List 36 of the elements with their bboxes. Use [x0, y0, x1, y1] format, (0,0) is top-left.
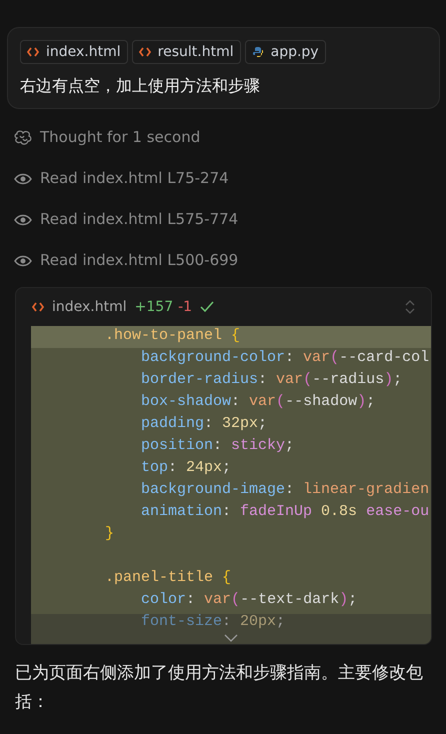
code-line: color: var(--text-dark);: [141, 592, 358, 608]
code-line: top: 24px;: [141, 460, 232, 476]
step-label: Read index.html L500-699: [40, 250, 238, 272]
code-line: font-size: 20px;: [141, 614, 286, 630]
prompt-message: 右边有点空，加上使用方法和步骤: [20, 75, 261, 97]
code-line: border-radius: var(--radius);: [141, 372, 402, 388]
code-icon: [138, 46, 151, 58]
code-line: position: sticky;: [141, 438, 294, 454]
chevron-down-icon[interactable]: [224, 634, 238, 642]
code-line: background-color: var(--card-col: [141, 350, 430, 366]
code-line: box-shadow: var(--shadow);: [141, 394, 376, 410]
check-icon: [200, 301, 214, 313]
code-line: background-image: linear-gradien: [141, 482, 430, 498]
expand-icon[interactable]: [405, 299, 415, 315]
code-line: padding: 32px;: [141, 416, 268, 432]
code-icon: [32, 301, 44, 313]
code-line: }: [105, 526, 114, 542]
step-label: Read index.html L75-274: [40, 168, 229, 190]
file-chip[interactable]: result.html: [132, 40, 241, 64]
eye-icon: [14, 172, 32, 184]
brain-icon: [14, 130, 32, 146]
deletions-count: -1: [178, 298, 192, 316]
code-line: .panel-title {: [105, 570, 232, 586]
additions-count: +157: [134, 298, 174, 316]
step-label: Read index.html L575-774: [40, 209, 238, 230]
step-label: Thought for 1 second: [40, 127, 200, 148]
reply-text: 已为页面右侧添加了使用方法和步骤指南。主要修改包括：: [14, 662, 424, 714]
highlighted-code-line: .how-to-panel {: [105, 328, 240, 344]
code-line: animation: fadeInUp 0.8s ease-ou: [141, 504, 430, 520]
file-name: index.html: [52, 298, 127, 316]
python-icon: [252, 46, 264, 58]
eye-icon: [14, 254, 32, 266]
code-icon: [27, 46, 39, 58]
eye-icon: [14, 214, 32, 226]
file-chip[interactable]: index.html: [20, 40, 128, 64]
file-chip[interactable]: app.py: [244, 40, 326, 64]
